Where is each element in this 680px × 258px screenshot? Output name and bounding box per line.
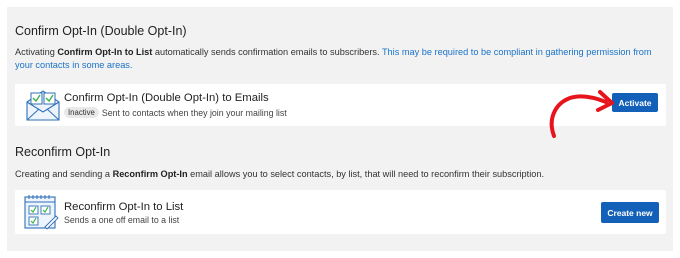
reconfirm-opt-in-card: Reconfirm Opt-In to List Sends a one off… xyxy=(15,190,666,234)
confirm-opt-in-card-subtitle-row: Inactive Sent to contacts when they join … xyxy=(64,107,287,118)
confirm-opt-in-description: Activating Confirm Opt-In to List automa… xyxy=(15,47,652,70)
reconfirm-opt-in-card-subtitle: Sends a one off email to a list xyxy=(64,215,180,225)
confirm-opt-in-heading: Confirm Opt-In (Double Opt-In) xyxy=(15,24,187,38)
reconfirm-opt-in-description: Creating and sending a Reconfirm Opt-In … xyxy=(15,169,545,179)
red-arrow-icon xyxy=(549,90,614,138)
create-new-button[interactable]: Create new xyxy=(601,202,659,223)
reconfirm-opt-in-card-title: Reconfirm Opt-In to List xyxy=(64,201,184,213)
envelope-checklist-icon xyxy=(26,90,60,121)
status-badge: Inactive xyxy=(64,107,99,118)
reconfirm-opt-in-heading: Reconfirm Opt-In xyxy=(15,145,111,159)
confirm-opt-in-card-title: Confirm Opt-In (Double Opt-In) to Emails xyxy=(64,92,269,104)
confirm-opt-in-card-subtitle: Sent to contacts when they join your mai… xyxy=(101,108,287,118)
calendar-checklist-icon xyxy=(24,195,59,230)
